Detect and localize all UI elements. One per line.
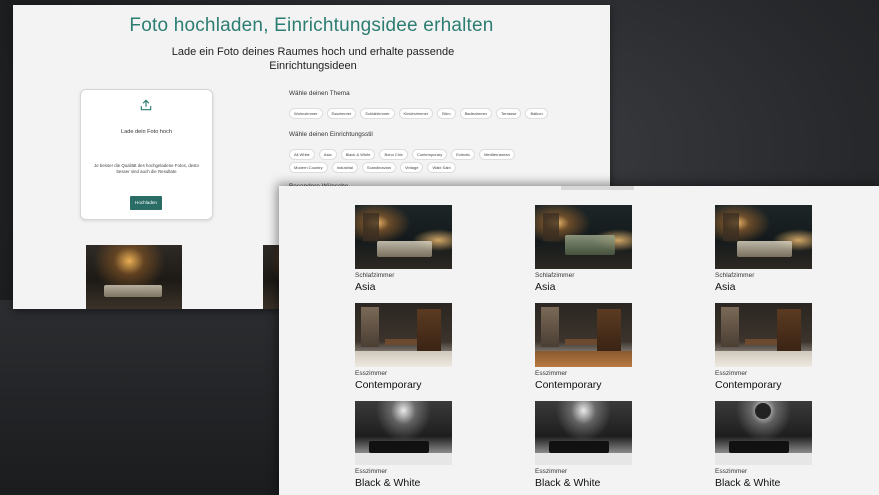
upload-heading: Lade dein Foto hoch: [120, 129, 172, 135]
result-style-label: Black & White: [715, 477, 781, 489]
style-chip[interactable]: All White: [289, 149, 315, 160]
result-style-label: Asia: [715, 281, 736, 293]
result-thumbnail[interactable]: [715, 205, 812, 269]
result-thumbnail[interactable]: [715, 401, 812, 465]
style-chip[interactable]: Eclectic: [451, 149, 476, 160]
upload-button[interactable]: Hochladen: [130, 196, 162, 210]
result-style-label: Contemporary: [715, 379, 782, 391]
result-room-label: Esszimmer: [535, 370, 568, 377]
theme-chip[interactable]: Terrasse: [496, 108, 522, 119]
upload-note: Je besser die Qualität des hochgeladene …: [94, 163, 199, 174]
style-chip[interactable]: Industrial: [331, 162, 358, 173]
theme-chip[interactable]: Balkon: [525, 108, 548, 119]
style-chip[interactable]: Asia: [318, 149, 337, 160]
style-chip[interactable]: Scandinavian: [361, 162, 396, 173]
result-style-label: Asia: [355, 281, 376, 293]
window-tab-strip: [561, 186, 634, 190]
style-chip[interactable]: Wabi Sabi: [427, 162, 456, 173]
result-room-label: Schlafzimmer: [715, 272, 755, 279]
results-grid: Schlafzimmer Asia Schlafzimmer Asia Schlafzi…: [355, 205, 812, 495]
result-room-label: Schlafzimmer: [355, 272, 395, 279]
theme-label: Wähle deinen Thema: [289, 90, 350, 97]
style-label: Wähle deinen Einrichtungsstil: [289, 131, 373, 138]
style-chip[interactable]: Contemporary: [411, 149, 448, 160]
upload-card[interactable]: Lade dein Foto hoch Je besser die Qualit…: [80, 89, 213, 220]
style-chip[interactable]: Modern Country: [289, 162, 328, 173]
result-card[interactable]: Esszimmer Contemporary: [715, 303, 835, 401]
result-room-label: Esszimmer: [715, 370, 748, 377]
result-card[interactable]: Schlafzimmer Asia: [535, 205, 655, 303]
background: [0, 300, 300, 495]
result-style-label: Contemporary: [535, 379, 602, 391]
result-room-label: Schlafzimmer: [535, 272, 575, 279]
results-window: Schlafzimmer Asia Schlafzimmer Asia Schlafzi…: [279, 186, 879, 495]
result-style-label: Black & White: [535, 477, 601, 489]
result-photo[interactable]: [86, 245, 182, 309]
style-chip[interactable]: Mediterranean: [479, 149, 515, 160]
result-card[interactable]: Esszimmer Contemporary: [355, 303, 475, 401]
style-chip[interactable]: Boho Chic: [379, 149, 408, 160]
result-card[interactable]: Schlafzimmer Asia: [715, 205, 835, 303]
theme-chip-list: Wohnzimmer Esszimmer Schlafzimmer Kinderzim…: [289, 108, 548, 119]
theme-chip[interactable]: Badezimmer: [459, 108, 493, 119]
result-room-label: Esszimmer: [715, 468, 748, 475]
style-chip[interactable]: Vintage: [399, 162, 424, 173]
theme-chip[interactable]: Esszimmer: [326, 108, 357, 119]
result-thumbnail[interactable]: [535, 205, 632, 269]
result-style-label: Asia: [535, 281, 556, 293]
result-card[interactable]: Esszimmer Black & White: [535, 401, 655, 495]
result-style-label: Contemporary: [355, 379, 422, 391]
result-room-label: Esszimmer: [355, 370, 388, 377]
result-thumbnail[interactable]: [535, 303, 632, 367]
page-title: Foto hochladen, Einrichtungsidee erhalte…: [129, 15, 494, 36]
style-chip[interactable]: Black & White: [340, 149, 376, 160]
theme-chip[interactable]: Schlafzimmer: [360, 108, 395, 119]
upload-icon: [140, 99, 152, 111]
result-thumbnail[interactable]: [355, 303, 452, 367]
theme-chip[interactable]: Kinderzimmer: [398, 108, 434, 119]
result-thumbnail[interactable]: [355, 205, 452, 269]
result-thumbnail[interactable]: [355, 401, 452, 465]
result-card[interactable]: Esszimmer Black & White: [715, 401, 835, 495]
result-thumbnail[interactable]: [535, 401, 632, 465]
page-subtitle: Lade ein Foto deines Raumes hoch und erh…: [171, 46, 455, 72]
result-room-label: Esszimmer: [535, 468, 568, 475]
theme-chip[interactable]: Büro: [437, 108, 456, 119]
style-chip-list-1: All White Asia Black & White Boho Chic Conte…: [289, 149, 515, 160]
result-card[interactable]: Esszimmer Contemporary: [535, 303, 655, 401]
theme-chip[interactable]: Wohnzimmer: [289, 108, 323, 119]
style-chip-list-2: Modern Country Industrial Scandinavian Vint…: [289, 162, 456, 173]
result-thumbnail[interactable]: [715, 303, 812, 367]
result-style-label: Black & White: [355, 477, 421, 489]
result-room-label: Esszimmer: [355, 468, 388, 475]
result-card[interactable]: Esszimmer Black & White: [355, 401, 475, 495]
result-card[interactable]: Schlafzimmer Asia: [355, 205, 475, 303]
